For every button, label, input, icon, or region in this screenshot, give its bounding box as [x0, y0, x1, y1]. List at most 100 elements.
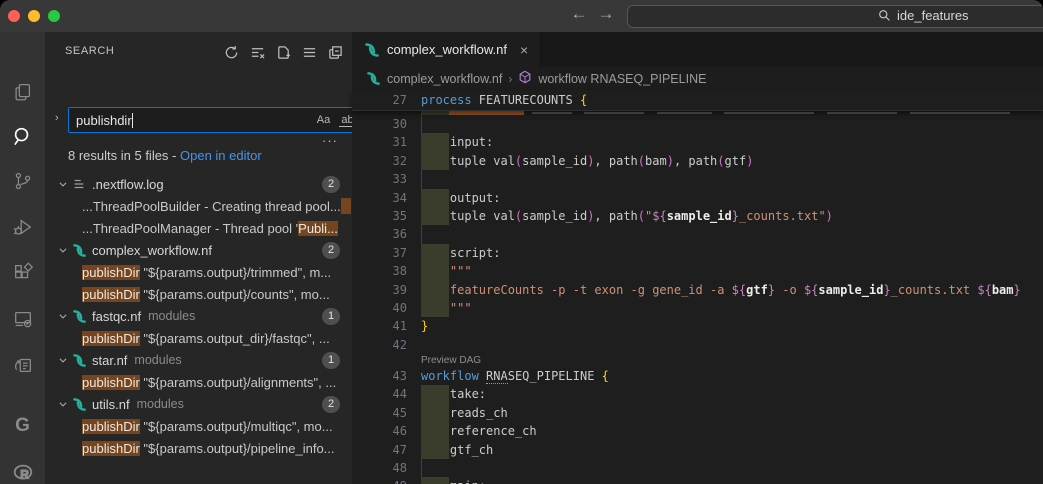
- line-number: 47: [352, 441, 421, 459]
- scope-highlight-band: [421, 189, 449, 207]
- code-line: 30: [352, 115, 1043, 133]
- clear-results-icon[interactable]: [248, 43, 266, 61]
- view-as-list-icon[interactable]: [300, 43, 318, 61]
- match-result-row[interactable]: publishDir "${params.output}/pipeline_in…: [45, 437, 352, 459]
- code-line: 41}: [352, 317, 1043, 335]
- title-bar: ← → ide_features: [0, 0, 1043, 32]
- search-input[interactable]: publishdir Aa ab .*: [68, 107, 352, 133]
- match-result-row[interactable]: publishDir "${params.output}/alignments"…: [45, 371, 352, 393]
- task-document-icon[interactable]: [0, 345, 45, 385]
- nextflow-file-icon: [364, 42, 380, 58]
- match-highlight: publishDir: [82, 265, 140, 280]
- search-results-tree[interactable]: .nextflow.log2...ThreadPoolBuilder - Cre…: [45, 173, 352, 459]
- chevron-down-icon[interactable]: [55, 311, 71, 321]
- code-scroll-area[interactable]: 3031 input:32 tuple val(sample_id), path…: [352, 111, 1043, 484]
- new-search-editor-icon[interactable]: [274, 43, 292, 61]
- nav-back-button[interactable]: ←: [568, 4, 590, 24]
- code-line: 32 tuple val(sample_id), path(bam), path…: [352, 152, 1043, 170]
- match-case-toggle[interactable]: Aa: [315, 114, 332, 127]
- match-highlight: Publi...: [298, 221, 338, 236]
- nextflow-file-icon: [71, 352, 87, 368]
- nav-forward-button[interactable]: →: [595, 4, 617, 24]
- search-icon[interactable]: [0, 116, 45, 156]
- match-highlight: publishDir: [82, 441, 140, 456]
- extensions-icon[interactable]: [0, 253, 45, 293]
- match-count-badge: 1: [322, 308, 340, 325]
- match-result-row[interactable]: ...ThreadPoolBuilder - Creating thread p…: [45, 195, 352, 217]
- file-result-row[interactable]: utils.nf modules 2: [45, 393, 352, 415]
- refresh-icon[interactable]: [222, 43, 240, 61]
- breadcrumb-symbol[interactable]: workflow RNASEQ_PIPELINE: [538, 72, 706, 86]
- zoom-window-button[interactable]: [48, 10, 60, 22]
- file-result-row[interactable]: fastqc.nfmodules1: [45, 305, 352, 327]
- tab-close-icon[interactable]: ×: [520, 42, 528, 58]
- line-number: 41: [352, 317, 421, 335]
- run-debug-icon[interactable]: [0, 207, 45, 247]
- line-number: 37: [352, 244, 421, 262]
- toggle-replace-chevron[interactable]: ›: [55, 112, 59, 124]
- file-result-row[interactable]: .nextflow.log2: [45, 173, 352, 195]
- indent-guide: [421, 459, 422, 477]
- whole-word-toggle[interactable]: ab: [339, 114, 352, 127]
- line-number: 36: [352, 225, 421, 243]
- match-result-row[interactable]: publishDir "${params.output}/multiqc", m…: [45, 415, 352, 437]
- code-line: 46 reference_ch: [352, 422, 1043, 440]
- file-path-description: modules: [134, 353, 181, 367]
- scope-highlight-band: [421, 299, 449, 317]
- minimize-window-button[interactable]: [28, 10, 40, 22]
- chevron-down-icon[interactable]: [55, 399, 71, 409]
- match-highlight: publishDir: [82, 419, 140, 434]
- open-in-editor-link[interactable]: Open in editor: [180, 148, 262, 163]
- search-small-icon: [878, 9, 891, 22]
- breadcrumb: complex_workflow.nf › workflow RNASEQ_PI…: [352, 67, 1043, 90]
- code-line: 45 reads_ch: [352, 404, 1043, 422]
- code-line: 39 featureCounts -p -t exon -g gene_id -…: [352, 281, 1043, 299]
- sticky-scroll-line[interactable]: 27process FEATURECOUNTS {: [352, 90, 1043, 111]
- code-line: 38 """: [352, 262, 1043, 280]
- match-count-badge: 1: [322, 352, 340, 369]
- scope-highlight-band: [421, 207, 449, 225]
- indent-guide: [421, 225, 422, 243]
- source-control-icon[interactable]: [0, 161, 45, 201]
- line-number: 31: [352, 133, 421, 151]
- r-language-icon[interactable]: R: [0, 453, 45, 484]
- search-details-toggle[interactable]: ···: [322, 133, 338, 148]
- chevron-down-icon[interactable]: [55, 179, 71, 189]
- chevron-down-icon[interactable]: [55, 245, 71, 255]
- search-sidebar: SEARCH › publishdir: [45, 32, 352, 484]
- file-result-row[interactable]: complex_workflow.nf2: [45, 239, 352, 261]
- file-path-description: modules: [137, 397, 184, 411]
- match-result-row[interactable]: ...ThreadPoolManager - Thread pool 'Publ…: [45, 217, 352, 239]
- chevron-down-icon[interactable]: [55, 355, 71, 365]
- close-window-button[interactable]: [8, 10, 20, 22]
- code-line: 48: [352, 459, 1043, 477]
- nextflow-file-icon: [71, 308, 87, 324]
- file-name: utils.nf: [92, 397, 130, 412]
- match-result-row[interactable]: publishDir "${params.output}/trimmed", m…: [45, 261, 352, 283]
- tab-label: complex_workflow.nf: [387, 42, 507, 57]
- scope-highlight-band: [421, 133, 449, 151]
- scope-highlight-band: [421, 404, 449, 422]
- file-result-row[interactable]: star.nfmodules1: [45, 349, 352, 371]
- explorer-icon[interactable]: [0, 72, 45, 112]
- gitlens-icon[interactable]: G: [0, 406, 45, 446]
- file-path-description: modules: [148, 309, 195, 323]
- scope-highlight-band: [421, 441, 449, 459]
- command-center[interactable]: ide_features: [627, 5, 1043, 28]
- match-result-row[interactable]: publishDir "${params.output}/counts", mo…: [45, 283, 352, 305]
- match-result-row[interactable]: publishDir "${params.output_dir}/fastqc"…: [45, 327, 352, 349]
- code-editor[interactable]: 27process FEATURECOUNTS { 3031 input:32 …: [352, 90, 1043, 484]
- nextflow-file-icon: [71, 242, 87, 258]
- search-panel-header: SEARCH: [45, 32, 352, 67]
- code-line: 34 output:: [352, 189, 1043, 207]
- collapse-all-icon[interactable]: [326, 43, 344, 61]
- codelens-preview-dag[interactable]: Preview DAG: [352, 354, 1043, 367]
- line-number: [352, 354, 421, 367]
- match-count-badge: 2: [322, 396, 340, 413]
- log-file-icon: [71, 176, 87, 192]
- scope-highlight-band: [421, 385, 449, 403]
- tab-complex-workflow[interactable]: complex_workflow.nf ×: [352, 32, 541, 67]
- breadcrumb-file[interactable]: complex_workflow.nf: [387, 72, 502, 86]
- tab-strip: complex_workflow.nf ×: [352, 32, 1043, 67]
- remote-explorer-icon[interactable]: [0, 299, 45, 339]
